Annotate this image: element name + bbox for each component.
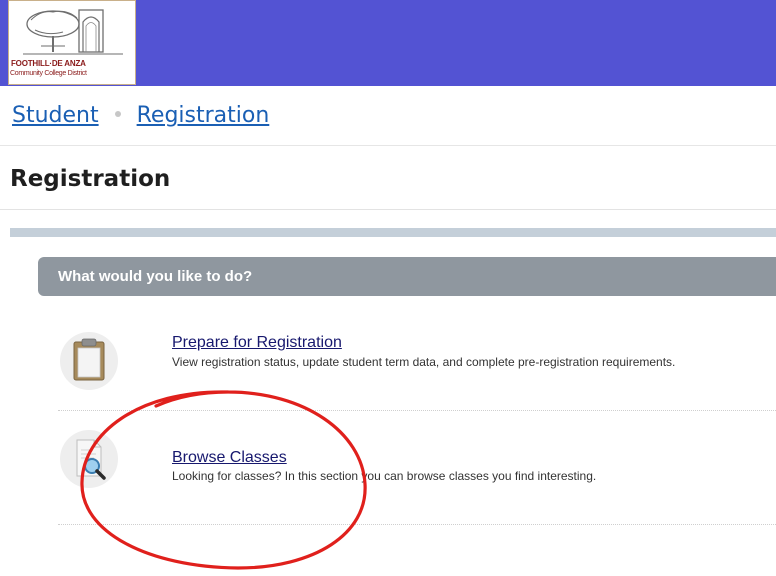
breadcrumb-student-link[interactable]: Student — [12, 103, 99, 128]
tower-logo-icon — [23, 9, 123, 55]
district-logo[interactable]: FOOTHILL·DE ANZA Community College Distr… — [8, 0, 136, 85]
prepare-for-registration-link[interactable]: Prepare for Registration — [172, 334, 342, 352]
logo-name: FOOTHILL·DE ANZA — [11, 59, 86, 68]
section-header-label: What would you like to do? — [58, 268, 253, 285]
red-annotation-circle — [80, 390, 367, 570]
breadcrumb-registration-link[interactable]: Registration — [137, 103, 270, 128]
logo-subtitle: Community College District — [10, 70, 87, 77]
breadcrumb: Student Registration — [12, 103, 269, 128]
header-bar: FOOTHILL·DE ANZA Community College Distr… — [0, 0, 776, 86]
divider — [0, 209, 776, 210]
breadcrumb-separator-icon — [114, 111, 121, 117]
prepare-for-registration-description: View registration status, update student… — [172, 355, 676, 369]
section-header: What would you like to do? — [38, 257, 776, 296]
divider — [0, 145, 776, 146]
page-title: Registration — [10, 166, 171, 192]
clipboard-icon[interactable] — [60, 332, 118, 390]
